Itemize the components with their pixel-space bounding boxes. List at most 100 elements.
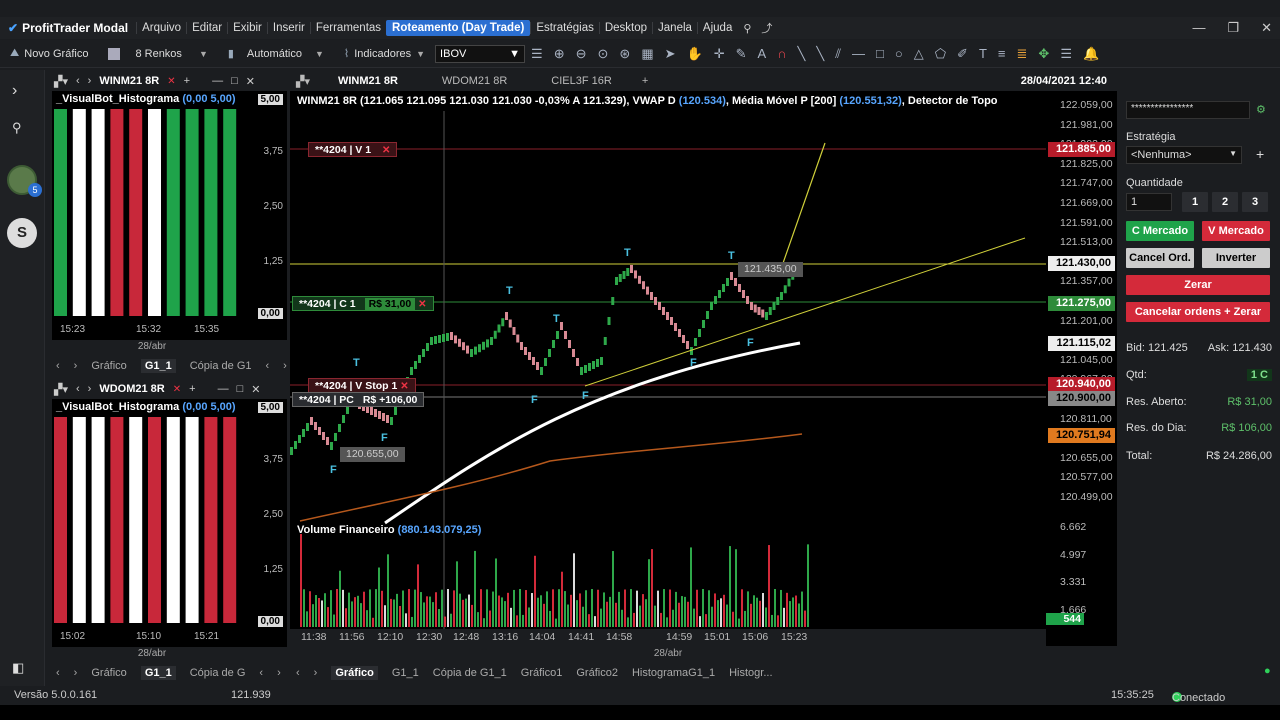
zoom-fit-icon[interactable]: ⊙ (598, 46, 609, 62)
next-tab-icon[interactable]: › (74, 667, 78, 679)
zoom-area-icon[interactable]: ⊛ (619, 46, 630, 62)
close-tab-icon[interactable]: ✕ (167, 76, 175, 87)
chart-tab[interactable]: Gráfico (91, 667, 126, 679)
close-icon[interactable]: ✕ (1261, 17, 1272, 39)
layout-icon[interactable]: ▞▾ (290, 75, 316, 88)
notification-icon[interactable]: 🔔 (1083, 46, 1099, 62)
qty-2-button[interactable]: 2 (1212, 192, 1238, 212)
triangle-icon[interactable]: △ (914, 46, 924, 62)
next-icon[interactable]: › (88, 75, 92, 87)
cancel-and-zero-button[interactable]: Cancelar ordens + Zerar (1126, 302, 1270, 322)
minimize-icon[interactable]: — (218, 383, 229, 395)
text-icon[interactable]: T (979, 46, 987, 62)
qty-3-button[interactable]: 3 (1242, 192, 1268, 212)
cancel-order-icon[interactable]: ✕ (418, 299, 426, 310)
qty-1-button[interactable]: 1 (1182, 192, 1208, 212)
menu-item[interactable]: Roteamento (Day Trade) (386, 20, 531, 36)
menu-item[interactable]: Editar (186, 22, 227, 34)
search-icon[interactable]: ⚲ (743, 22, 751, 35)
share-icon[interactable]: ⤴ (761, 20, 772, 36)
panel1-tab[interactable]: WINM21 8R (99, 75, 159, 87)
next-tab-icon[interactable]: › (314, 667, 318, 679)
main-chart-tab[interactable]: CIEL3F 16R (529, 75, 634, 87)
menu-item[interactable]: Janela (652, 22, 697, 34)
pencil-icon[interactable]: ✐ (957, 46, 968, 62)
next-icon[interactable]: › (88, 383, 92, 395)
zero-button[interactable]: Zerar (1126, 275, 1270, 295)
minimize-icon[interactable]: — (212, 75, 223, 87)
order-v1[interactable]: **4204 | V 1 ✕ (308, 142, 398, 157)
chart-tab[interactable]: Cópia de G1_1 (433, 667, 507, 679)
buy-market-button[interactable]: C Mercado (1126, 221, 1194, 241)
prev-tab-icon[interactable]: ‹ (296, 667, 300, 679)
restore-icon[interactable]: ❐ (1227, 17, 1239, 39)
maximize-icon[interactable]: □ (231, 75, 238, 87)
hline-icon[interactable]: — (852, 46, 865, 62)
main-chart[interactable]: T T T T T F F F F F F (290, 91, 1046, 629)
panel-toggle-icon[interactable]: ◧ (12, 660, 24, 676)
order-stop[interactable]: **4204 | V Stop 1 ✕ (308, 378, 416, 393)
prev-icon[interactable]: ‹ (76, 75, 80, 87)
edit-icon[interactable]: ✎ (736, 46, 747, 62)
cancel-order-icon[interactable]: ✕ (382, 145, 390, 156)
menu-item[interactable]: Estratégias (530, 22, 599, 34)
search-icon[interactable]: ⚲ (12, 120, 22, 136)
prev-tab-icon[interactable]: ‹ (56, 667, 60, 679)
text-color-icon[interactable]: A (758, 46, 767, 62)
prev-icon[interactable]: ‹ (76, 383, 80, 395)
layout-icon[interactable]: ▦ (641, 46, 653, 62)
position-pc[interactable]: **4204 | PC R$ +106,00 (292, 392, 425, 407)
zoom-out-icon[interactable]: ⊖ (576, 46, 587, 62)
main-chart-tab[interactable]: WINM21 8R (316, 75, 420, 87)
levels-icon[interactable]: ☰ (1060, 46, 1072, 62)
chart-tab[interactable]: G1_1 (140, 666, 176, 680)
expand-icon[interactable]: › (12, 82, 17, 100)
add-strategy-icon[interactable]: + (1256, 146, 1264, 162)
prev-tab-icon[interactable]: ‹ (56, 360, 60, 372)
fibo-icon[interactable]: ≡ (998, 46, 1006, 62)
cancel-orders-button[interactable]: Cancel Ord. (1126, 248, 1194, 268)
panel1-chart[interactable]: 15:23 15:32 15:35 _VisualBot_Histograma (0… (52, 91, 252, 340)
next-tab-icon[interactable]: › (283, 360, 287, 372)
list-icon[interactable]: ☰ (531, 46, 543, 62)
menu-item[interactable]: Inserir (266, 22, 310, 34)
magnet-icon[interactable]: ∩ (777, 46, 786, 62)
layout-icon[interactable]: ▞▾ (54, 383, 68, 396)
fibo-ext-icon[interactable]: ≣ (1017, 46, 1028, 62)
chart-tab[interactable]: HistogramaG1_1 (632, 667, 715, 679)
chart-tab[interactable]: G1_1 (392, 667, 419, 679)
maximize-icon[interactable]: □ (237, 383, 244, 395)
zoom-in-icon[interactable]: ⊕ (554, 46, 565, 62)
next-tab-icon[interactable]: › (74, 360, 78, 372)
add-tab-icon[interactable]: + (184, 75, 190, 87)
layout-icon[interactable]: ▞▾ (54, 75, 68, 88)
cursor-icon[interactable]: ➤ (665, 46, 676, 62)
indicators-button[interactable]: ⌇ Indicadores ▼ (334, 47, 435, 61)
symbol-input[interactable]: IBOV ▼ (435, 44, 526, 63)
new-chart-button[interactable]: ⛰ Novo Gráfico (0, 47, 98, 60)
chart-tab[interactable]: Histogr... (729, 667, 772, 679)
account-select[interactable]: **************** (1126, 101, 1250, 119)
quantity-stepper[interactable]: 1 (1126, 193, 1172, 211)
strategy-select[interactable]: <Nenhuma> ▼ (1126, 146, 1242, 164)
ray-icon[interactable]: ╲ (816, 46, 824, 62)
add-tab-icon[interactable]: + (189, 383, 195, 395)
next-tab-icon[interactable]: › (277, 667, 281, 679)
order-c1[interactable]: **4204 | C 1 R$ 31,00 ✕ (292, 296, 434, 311)
chart-tab[interactable]: Gráfico2 (576, 667, 618, 679)
settings-icon[interactable]: ⚙ (1256, 103, 1266, 116)
crosshair-icon[interactable]: ✛ (714, 46, 725, 62)
add-tab-icon[interactable]: + (634, 75, 656, 87)
close-icon[interactable]: ✕ (246, 75, 255, 88)
rectangle-icon[interactable]: □ (876, 46, 884, 62)
line-icon[interactable]: ╲ (798, 46, 806, 62)
arrows-icon[interactable]: ✥ (1038, 46, 1049, 62)
sell-market-button[interactable]: V Mercado (1202, 221, 1270, 241)
hand-icon[interactable]: ✋ (687, 46, 703, 62)
auto-select[interactable]: ▮ Automático ▼ (218, 47, 334, 61)
chart-tab[interactable]: Cópia de G1 (190, 360, 252, 372)
cancel-order-icon[interactable]: ✕ (400, 381, 408, 392)
close-icon[interactable]: ✕ (251, 383, 260, 396)
menu-item[interactable]: Arquivo (136, 22, 186, 34)
chart-tab[interactable]: Gráfico (331, 666, 378, 680)
